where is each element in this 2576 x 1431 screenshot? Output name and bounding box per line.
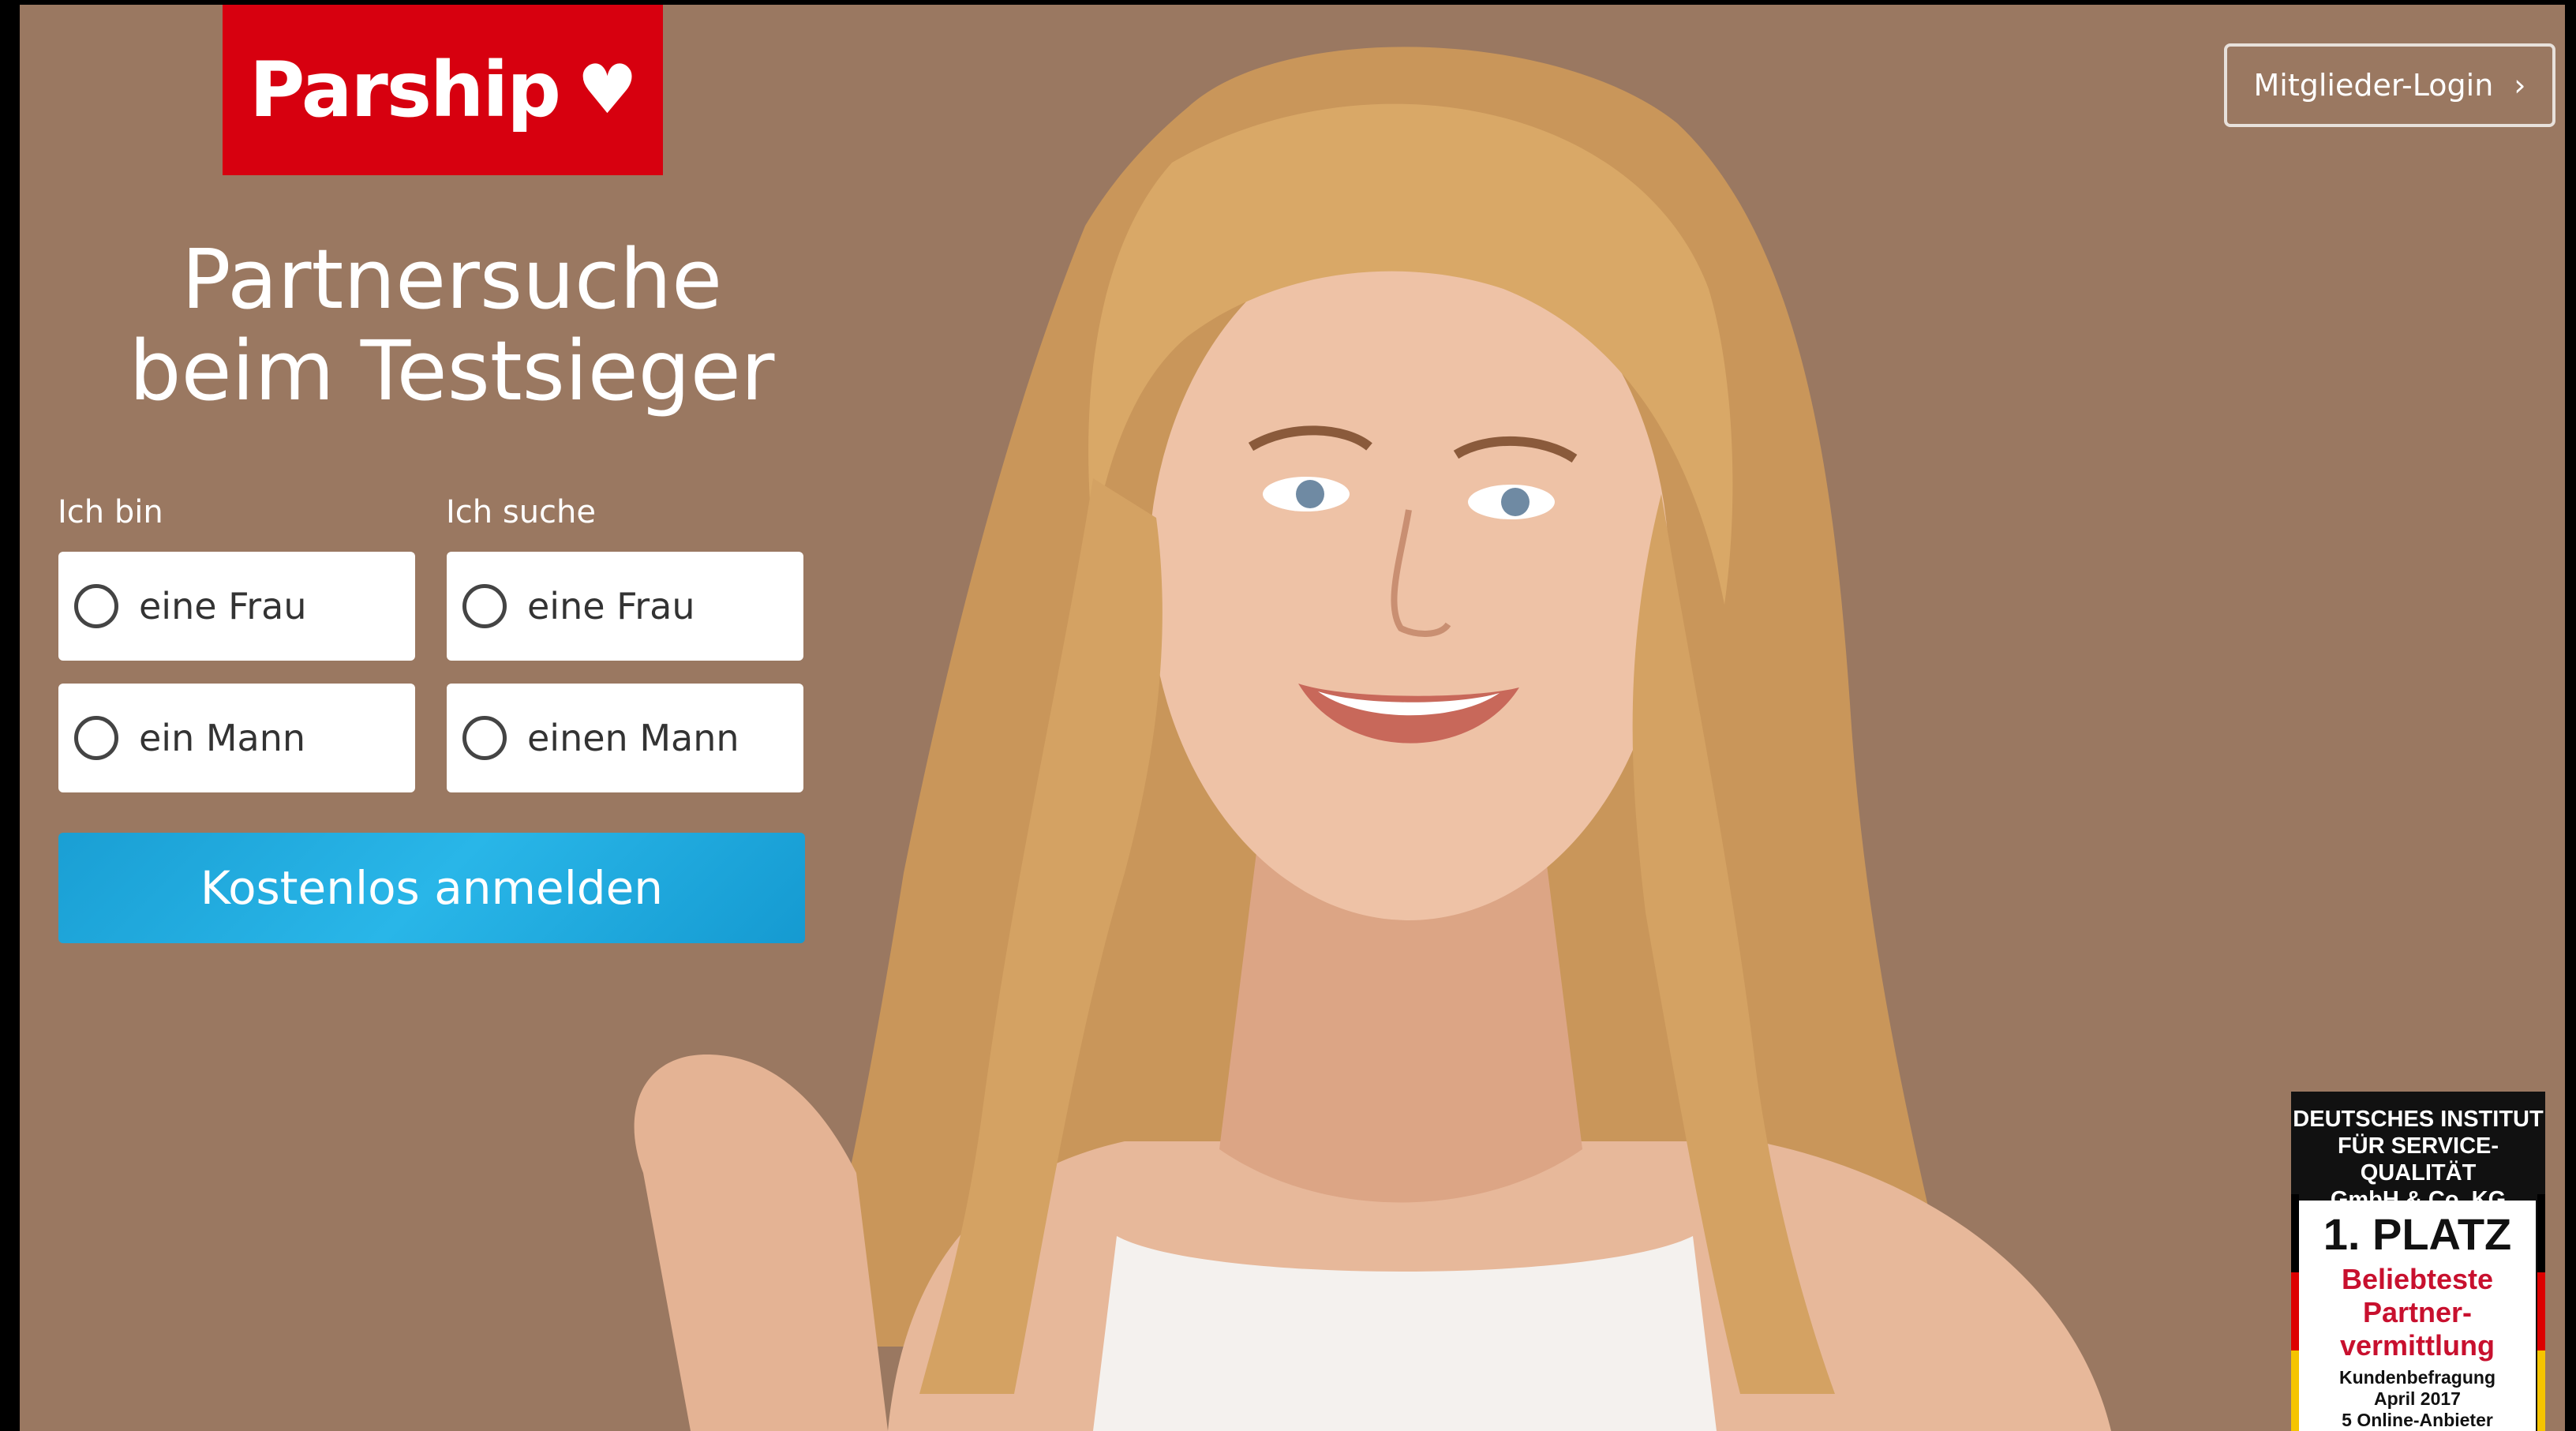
option-label: eine Frau bbox=[139, 585, 307, 627]
seal-award-line-3: vermittlung bbox=[2339, 1329, 2495, 1362]
radio-circle-icon[interactable] bbox=[74, 584, 118, 628]
seal-note-line-2: April 2017 bbox=[2374, 1388, 2461, 1409]
seal-issuer: DEUTSCHES INSTITUT FÜR SERVICE-QUALITÄT … bbox=[2291, 1092, 2545, 1213]
seal-issuer-line-1: DEUTSCHES INSTITUT bbox=[2293, 1107, 2544, 1132]
parship-logo[interactable]: Parship ♥ bbox=[223, 5, 663, 175]
seeking-woman-option[interactable]: eine Frau bbox=[447, 552, 803, 661]
chevron-right-icon: › bbox=[2514, 68, 2526, 103]
quality-award-seal: DEUTSCHES INSTITUT FÜR SERVICE-QUALITÄT … bbox=[2291, 1092, 2545, 1431]
seal-award-line-1: Beliebteste bbox=[2341, 1263, 2494, 1295]
seal-award-title: Beliebteste Partner- vermittlung bbox=[2299, 1263, 2536, 1362]
i-am-label: Ich bin bbox=[58, 494, 163, 530]
page-headline: Partnersuche beim Testsieger bbox=[67, 234, 837, 417]
option-label: einen Mann bbox=[527, 717, 739, 759]
landing-page: Parship ♥ Mitglieder-Login › Partnersuch… bbox=[20, 5, 2565, 1431]
heart-icon: ♥ bbox=[576, 51, 638, 129]
seal-award-line-2: Partner- bbox=[2362, 1296, 2473, 1328]
radio-circle-icon[interactable] bbox=[462, 716, 507, 760]
i-am-woman-option[interactable]: eine Frau bbox=[58, 552, 415, 661]
seal-issuer-line-2: FÜR SERVICE-QUALITÄT bbox=[2337, 1133, 2499, 1186]
i-am-man-option[interactable]: ein Mann bbox=[58, 684, 415, 792]
logo-text: Parship bbox=[249, 46, 561, 134]
seal-place: 1. PLATZ bbox=[2323, 1209, 2512, 1259]
seeking-man-option[interactable]: einen Mann bbox=[447, 684, 803, 792]
seal-note: Kundenbefragung April 2017 5 Online-Anbi… bbox=[2299, 1367, 2536, 1431]
german-flag-stripe-left bbox=[2291, 1194, 2299, 1431]
option-label: eine Frau bbox=[527, 585, 695, 627]
seeking-label: Ich suche bbox=[446, 494, 596, 530]
seal-note-line-1: Kundenbefragung bbox=[2338, 1367, 2496, 1388]
register-free-button[interactable]: Kostenlos anmelden bbox=[58, 833, 805, 943]
radio-circle-icon[interactable] bbox=[462, 584, 507, 628]
seal-award-panel: 1. PLATZ Beliebteste Partner- vermittlun… bbox=[2299, 1201, 2536, 1431]
headline-line-1: Partnersuche bbox=[181, 231, 723, 328]
hero-photo bbox=[634, 47, 2111, 1431]
option-label: ein Mann bbox=[139, 717, 306, 759]
seal-note-line-3: 5 Online-Anbieter bbox=[2342, 1410, 2493, 1430]
member-login-label: Mitglieder-Login bbox=[2253, 68, 2494, 103]
member-login-button[interactable]: Mitglieder-Login › bbox=[2224, 43, 2555, 127]
headline-line-2: beim Testsieger bbox=[129, 323, 775, 419]
radio-circle-icon[interactable] bbox=[74, 716, 118, 760]
german-flag-stripe-right bbox=[2537, 1194, 2545, 1431]
